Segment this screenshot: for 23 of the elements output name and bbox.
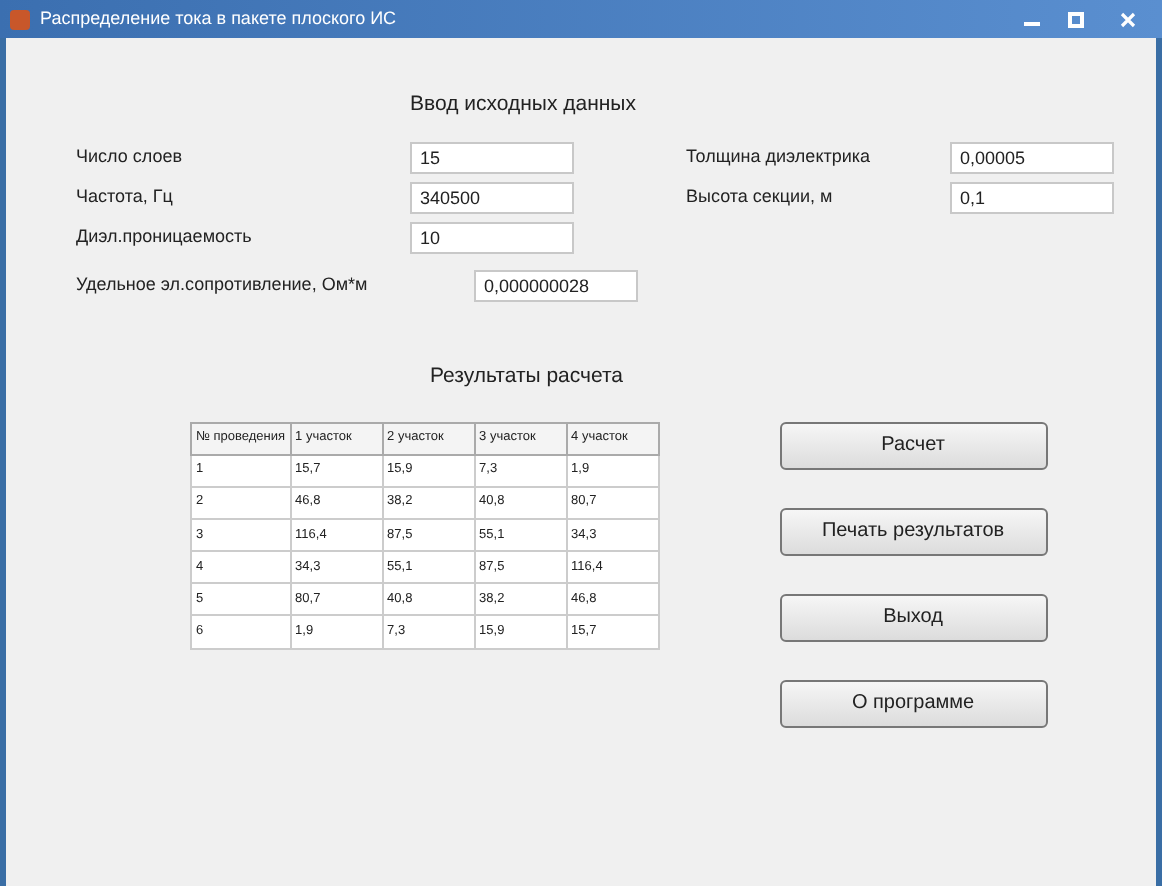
input-field[interactable]: 0,1 (950, 181, 1114, 214)
field-label: Высота секции, м (686, 184, 835, 210)
window-title: Распределение тока в пакете плоского ИС (40, 5, 397, 32)
input-field[interactable]: 10 (410, 221, 574, 254)
app-icon (8, 7, 32, 31)
field-label: Диэл.проницаемость (74, 224, 254, 250)
input-field[interactable]: 0,00005 (950, 141, 1114, 174)
action-button[interactable]: Расчет (779, 421, 1048, 469)
action-button[interactable]: О программе (779, 679, 1048, 727)
input-field[interactable]: 15 (410, 141, 574, 174)
field-label: Удельное эл.сопротивление, Ом*м (74, 272, 370, 298)
section-heading: Ввод исходных данных (410, 90, 638, 120)
section-heading: Результаты расчета (430, 361, 626, 392)
input-field[interactable]: 0,000000028 (474, 269, 638, 302)
maximize-icon (1068, 11, 1084, 27)
action-button[interactable]: Выход (779, 593, 1048, 641)
field-label: Число слоев (74, 144, 185, 170)
field-label: Частота, Гц (74, 184, 175, 210)
minimize-icon (1024, 22, 1040, 26)
close-icon (1120, 11, 1136, 27)
action-button[interactable]: Печать результатов (779, 507, 1048, 555)
input-field[interactable]: 340500 (410, 181, 574, 214)
field-label: Толщина диэлектрика (686, 144, 873, 170)
